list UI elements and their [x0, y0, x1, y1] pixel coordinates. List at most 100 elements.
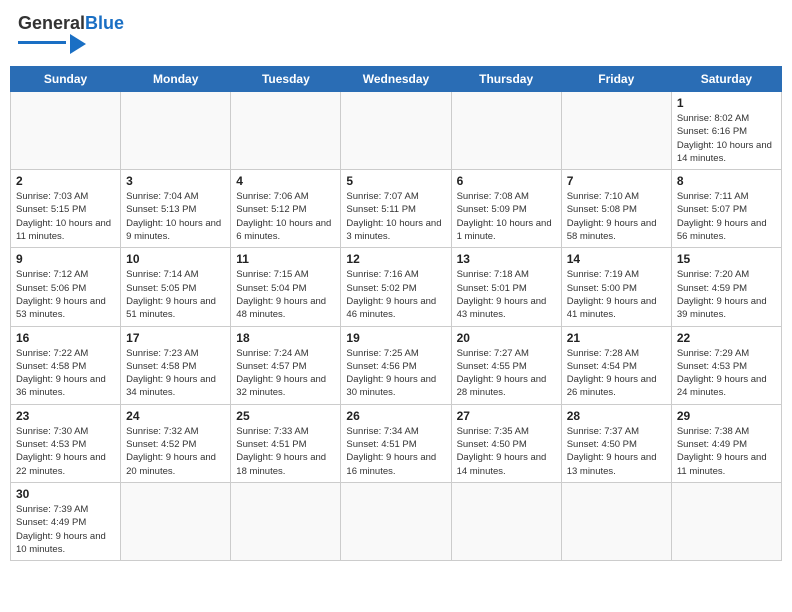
calendar-cell	[341, 482, 451, 560]
calendar-cell: 22 Sunrise: 7:29 AM Sunset: 4:53 PM Dayli…	[671, 326, 781, 404]
calendar-cell: 30 Sunrise: 7:39 AM Sunset: 4:49 PM Dayli…	[11, 482, 121, 560]
logo-wordmark: GeneralBlue	[18, 14, 124, 54]
calendar-cell: 3 Sunrise: 7:04 AM Sunset: 5:13 PM Daylig…	[121, 170, 231, 248]
day-number: 26	[346, 409, 445, 423]
day-number: 11	[236, 252, 335, 266]
day-number: 3	[126, 174, 225, 188]
day-info: Sunrise: 7:07 AM Sunset: 5:11 PM Dayligh…	[346, 190, 445, 243]
day-number: 15	[677, 252, 776, 266]
calendar-day-header: Friday	[561, 67, 671, 92]
day-info: Sunrise: 7:20 AM Sunset: 4:59 PM Dayligh…	[677, 268, 776, 321]
day-info: Sunrise: 7:39 AM Sunset: 4:49 PM Dayligh…	[16, 503, 115, 556]
day-info: Sunrise: 7:28 AM Sunset: 4:54 PM Dayligh…	[567, 347, 666, 400]
calendar-cell: 7Sunrise: 7:10 AM Sunset: 5:08 PM Daylig…	[561, 170, 671, 248]
calendar-cell	[561, 92, 671, 170]
calendar-cell	[11, 92, 121, 170]
logo: GeneralBlue	[18, 14, 124, 54]
day-info: Sunrise: 7:03 AM Sunset: 5:15 PM Dayligh…	[16, 190, 115, 243]
calendar-cell: 9Sunrise: 7:12 AM Sunset: 5:06 PM Daylig…	[11, 248, 121, 326]
day-number: 22	[677, 331, 776, 345]
day-number: 20	[457, 331, 556, 345]
calendar-cell: 23 Sunrise: 7:30 AM Sunset: 4:53 PM Dayli…	[11, 404, 121, 482]
calendar-cell: 5 Sunrise: 7:07 AM Sunset: 5:11 PM Daylig…	[341, 170, 451, 248]
day-number: 23	[16, 409, 115, 423]
calendar-cell: 14 Sunrise: 7:19 AM Sunset: 5:00 PM Dayli…	[561, 248, 671, 326]
logo-icon	[70, 34, 86, 54]
day-info: Sunrise: 7:10 AM Sunset: 5:08 PM Dayligh…	[567, 190, 666, 243]
calendar-header-row: SundayMondayTuesdayWednesdayThursdayFrid…	[11, 67, 782, 92]
day-info: Sunrise: 7:12 AM Sunset: 5:06 PM Dayligh…	[16, 268, 115, 321]
calendar-cell: 8 Sunrise: 7:11 AM Sunset: 5:07 PM Daylig…	[671, 170, 781, 248]
calendar-cell: 13Sunrise: 7:18 AM Sunset: 5:01 PM Dayli…	[451, 248, 561, 326]
day-number: 19	[346, 331, 445, 345]
calendar-week-row: 23 Sunrise: 7:30 AM Sunset: 4:53 PM Dayli…	[11, 404, 782, 482]
day-number: 5	[346, 174, 445, 188]
calendar-table: SundayMondayTuesdayWednesdayThursdayFrid…	[10, 66, 782, 561]
day-info: Sunrise: 7:15 AM Sunset: 5:04 PM Dayligh…	[236, 268, 335, 321]
calendar-cell	[121, 482, 231, 560]
calendar-cell	[231, 92, 341, 170]
calendar-week-row: 16 Sunrise: 7:22 AM Sunset: 4:58 PM Dayli…	[11, 326, 782, 404]
calendar-cell: 26 Sunrise: 7:34 AM Sunset: 4:51 PM Dayli…	[341, 404, 451, 482]
day-info: Sunrise: 7:18 AM Sunset: 5:01 PM Dayligh…	[457, 268, 556, 321]
calendar-cell: 18 Sunrise: 7:24 AM Sunset: 4:57 PM Dayli…	[231, 326, 341, 404]
day-info: Sunrise: 7:30 AM Sunset: 4:53 PM Dayligh…	[16, 425, 115, 478]
calendar-cell: 25Sunrise: 7:33 AM Sunset: 4:51 PM Dayli…	[231, 404, 341, 482]
calendar-cell: 28 Sunrise: 7:37 AM Sunset: 4:50 PM Dayli…	[561, 404, 671, 482]
calendar-cell: 10 Sunrise: 7:14 AM Sunset: 5:05 PM Dayli…	[121, 248, 231, 326]
calendar-cell: 4Sunrise: 7:06 AM Sunset: 5:12 PM Daylig…	[231, 170, 341, 248]
day-number: 2	[16, 174, 115, 188]
day-info: Sunrise: 7:29 AM Sunset: 4:53 PM Dayligh…	[677, 347, 776, 400]
day-info: Sunrise: 7:27 AM Sunset: 4:55 PM Dayligh…	[457, 347, 556, 400]
calendar-day-header: Monday	[121, 67, 231, 92]
day-info: Sunrise: 8:02 AM Sunset: 6:16 PM Dayligh…	[677, 112, 776, 165]
day-info: Sunrise: 7:37 AM Sunset: 4:50 PM Dayligh…	[567, 425, 666, 478]
day-info: Sunrise: 7:08 AM Sunset: 5:09 PM Dayligh…	[457, 190, 556, 243]
calendar-week-row: 9Sunrise: 7:12 AM Sunset: 5:06 PM Daylig…	[11, 248, 782, 326]
calendar-cell	[451, 482, 561, 560]
day-number: 30	[16, 487, 115, 501]
calendar-cell	[671, 482, 781, 560]
day-info: Sunrise: 7:38 AM Sunset: 4:49 PM Dayligh…	[677, 425, 776, 478]
day-info: Sunrise: 7:25 AM Sunset: 4:56 PM Dayligh…	[346, 347, 445, 400]
day-info: Sunrise: 7:22 AM Sunset: 4:58 PM Dayligh…	[16, 347, 115, 400]
calendar-cell: 6 Sunrise: 7:08 AM Sunset: 5:09 PM Daylig…	[451, 170, 561, 248]
day-number: 8	[677, 174, 776, 188]
calendar-cell: 21 Sunrise: 7:28 AM Sunset: 4:54 PM Dayli…	[561, 326, 671, 404]
day-number: 14	[567, 252, 666, 266]
day-number: 27	[457, 409, 556, 423]
day-number: 28	[567, 409, 666, 423]
day-number: 18	[236, 331, 335, 345]
calendar-cell: 20 Sunrise: 7:27 AM Sunset: 4:55 PM Dayli…	[451, 326, 561, 404]
calendar-cell	[561, 482, 671, 560]
day-info: Sunrise: 7:14 AM Sunset: 5:05 PM Dayligh…	[126, 268, 225, 321]
day-number: 6	[457, 174, 556, 188]
day-info: Sunrise: 7:35 AM Sunset: 4:50 PM Dayligh…	[457, 425, 556, 478]
calendar-day-header: Sunday	[11, 67, 121, 92]
page: GeneralBlue SundayMondayTuesdayWednesday…	[0, 0, 792, 612]
calendar-cell: 16 Sunrise: 7:22 AM Sunset: 4:58 PM Dayli…	[11, 326, 121, 404]
calendar-cell: 24Sunrise: 7:32 AM Sunset: 4:52 PM Dayli…	[121, 404, 231, 482]
calendar-cell: 1 Sunrise: 8:02 AM Sunset: 6:16 PM Daylig…	[671, 92, 781, 170]
calendar-cell: 19 Sunrise: 7:25 AM Sunset: 4:56 PM Dayli…	[341, 326, 451, 404]
calendar-day-header: Saturday	[671, 67, 781, 92]
day-info: Sunrise: 7:24 AM Sunset: 4:57 PM Dayligh…	[236, 347, 335, 400]
day-info: Sunrise: 7:19 AM Sunset: 5:00 PM Dayligh…	[567, 268, 666, 321]
day-info: Sunrise: 7:34 AM Sunset: 4:51 PM Dayligh…	[346, 425, 445, 478]
day-number: 1	[677, 96, 776, 110]
day-number: 21	[567, 331, 666, 345]
day-number: 29	[677, 409, 776, 423]
day-info: Sunrise: 7:32 AM Sunset: 4:52 PM Dayligh…	[126, 425, 225, 478]
calendar-cell: 11 Sunrise: 7:15 AM Sunset: 5:04 PM Dayli…	[231, 248, 341, 326]
calendar-day-header: Tuesday	[231, 67, 341, 92]
calendar-cell: 27 Sunrise: 7:35 AM Sunset: 4:50 PM Dayli…	[451, 404, 561, 482]
day-info: Sunrise: 7:11 AM Sunset: 5:07 PM Dayligh…	[677, 190, 776, 243]
day-number: 10	[126, 252, 225, 266]
calendar-cell: 12Sunrise: 7:16 AM Sunset: 5:02 PM Dayli…	[341, 248, 451, 326]
calendar-cell: 2 Sunrise: 7:03 AM Sunset: 5:15 PM Daylig…	[11, 170, 121, 248]
day-number: 16	[16, 331, 115, 345]
day-number: 25	[236, 409, 335, 423]
calendar-week-row: 2 Sunrise: 7:03 AM Sunset: 5:15 PM Daylig…	[11, 170, 782, 248]
day-info: Sunrise: 7:04 AM Sunset: 5:13 PM Dayligh…	[126, 190, 225, 243]
header: GeneralBlue	[10, 10, 782, 58]
